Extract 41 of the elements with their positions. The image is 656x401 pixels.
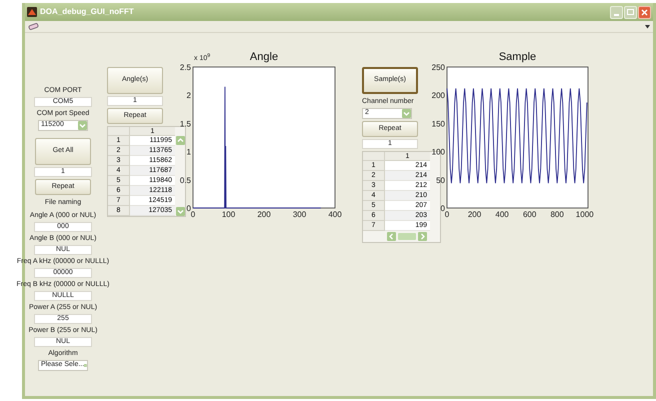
chevron-down-icon	[78, 121, 87, 130]
chart-title: Sample	[498, 51, 536, 63]
tick-label: 2	[186, 91, 191, 100]
tick-label: 100	[222, 210, 236, 219]
tick-label: 0	[440, 204, 445, 213]
tick-label: 0	[190, 210, 196, 219]
close-icon	[641, 8, 648, 16]
scroll-up-icon[interactable]	[176, 136, 184, 145]
tick-label: 300	[292, 210, 306, 219]
tick-label: 200	[468, 210, 482, 219]
maximize-button[interactable]	[624, 6, 637, 18]
chevron-down-icon	[84, 361, 87, 370]
tick-label: 600	[522, 210, 536, 219]
tick-label: 0	[444, 210, 450, 219]
tick-label: 250	[432, 63, 445, 72]
eraser-icon[interactable]	[28, 23, 39, 30]
tick-label: 100	[432, 148, 445, 157]
scroll-left-icon[interactable]	[387, 232, 396, 241]
scroll-down-icon[interactable]	[176, 207, 184, 216]
tick-label: 200	[432, 91, 445, 100]
minimize-button[interactable]	[610, 6, 623, 18]
tick-label: 0.5	[180, 176, 191, 185]
tick-label: 1	[186, 148, 191, 157]
dropdown-arrow-icon[interactable]	[645, 24, 650, 29]
tick-label: 50	[436, 176, 445, 185]
app-icon	[27, 7, 37, 17]
tick-label: 400	[495, 210, 509, 219]
scroll-thumb[interactable]	[398, 233, 416, 240]
tick-label: 150	[432, 119, 445, 128]
scroll-right-icon[interactable]	[418, 232, 427, 241]
tick-label: 0	[186, 204, 191, 213]
tick-label: 200	[257, 210, 271, 219]
tick-label: 1.5	[180, 119, 191, 128]
tick-label: 1000	[576, 210, 594, 219]
chart-title: Angle	[250, 51, 278, 63]
window-title: DOA_debug_GUI_noFFT	[40, 6, 134, 18]
close-button[interactable]	[638, 6, 651, 18]
tick-label: 2.5	[180, 63, 191, 72]
chevron-down-icon	[402, 109, 411, 118]
tick-label: 400	[328, 210, 342, 219]
tick-label: 800	[550, 210, 564, 219]
